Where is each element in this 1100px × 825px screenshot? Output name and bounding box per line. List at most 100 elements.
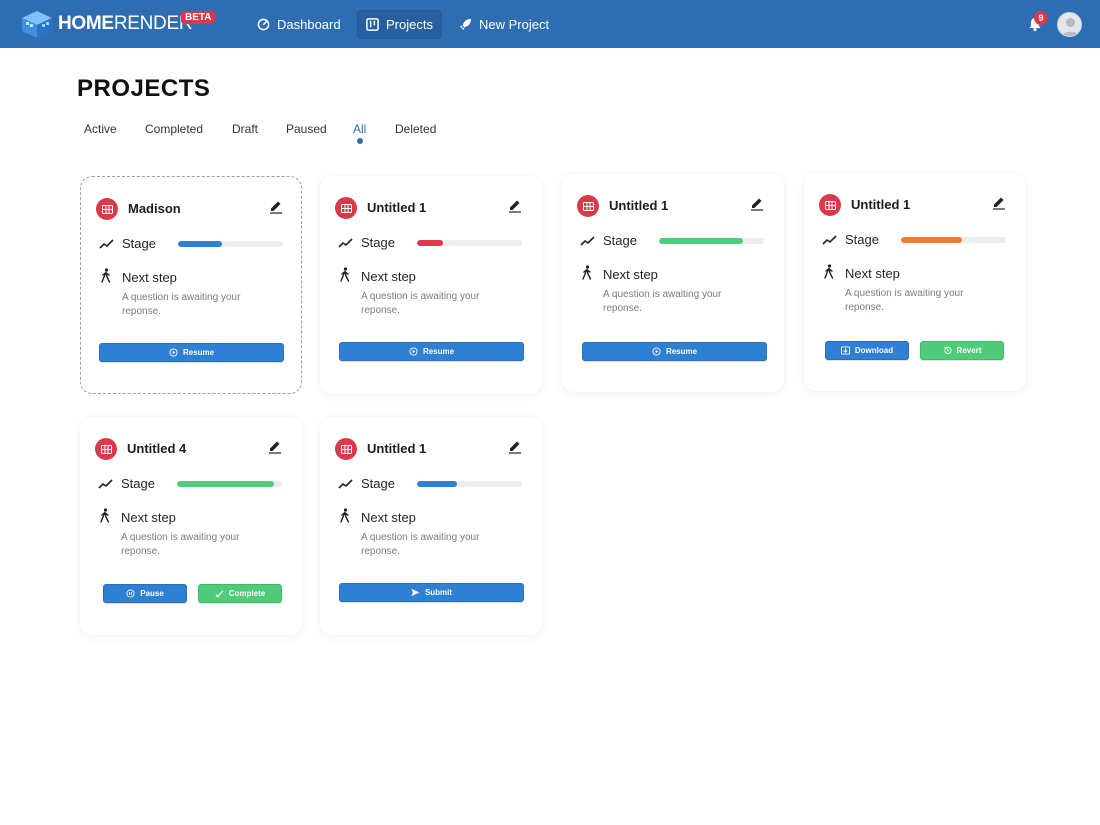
play-icon bbox=[652, 347, 661, 356]
play-icon bbox=[169, 348, 178, 357]
notification-count-badge: 9 bbox=[1034, 11, 1048, 25]
check-icon bbox=[215, 590, 224, 598]
revert-button[interactable]: Revert bbox=[920, 341, 1004, 360]
stage-label: Stage bbox=[122, 236, 156, 251]
project-type-icon bbox=[96, 198, 118, 220]
stage-progress-bar bbox=[901, 237, 1006, 243]
pause-button-label: Pause bbox=[140, 589, 164, 598]
download-icon bbox=[840, 346, 850, 355]
trend-line-icon bbox=[822, 235, 837, 245]
tab-deleted[interactable]: Deleted bbox=[395, 122, 436, 136]
trend-line-icon bbox=[338, 238, 353, 248]
board-icon bbox=[366, 18, 379, 31]
user-avatar-icon bbox=[1061, 18, 1080, 36]
stage-label: Stage bbox=[361, 476, 395, 491]
pause-button[interactable]: Pause bbox=[103, 584, 187, 603]
stage-progress-bar bbox=[178, 241, 283, 247]
top-navbar: HOMERENDER BETA Dashboard Projects New P… bbox=[0, 0, 1100, 48]
download-button[interactable]: Download bbox=[825, 341, 909, 360]
resume-button[interactable]: Resume bbox=[99, 343, 284, 362]
project-card[interactable]: Untitled 1 Stage Next step A question is… bbox=[320, 176, 542, 394]
tab-draft[interactable]: Draft bbox=[232, 122, 258, 136]
send-icon bbox=[411, 588, 420, 597]
user-avatar[interactable] bbox=[1057, 12, 1082, 37]
trend-line-icon bbox=[580, 236, 595, 246]
walking-person-icon bbox=[340, 267, 350, 282]
project-card[interactable]: Madison Stage Next step A question is aw… bbox=[80, 176, 302, 394]
next-step-label: Next step bbox=[603, 267, 658, 282]
next-step-label: Next step bbox=[361, 269, 416, 284]
stage-label: Stage bbox=[121, 476, 155, 491]
walking-person-icon bbox=[100, 508, 110, 523]
project-type-icon bbox=[577, 195, 599, 217]
stage-label: Stage bbox=[603, 233, 637, 248]
project-card[interactable]: Untitled 1 Stage Next step A question is… bbox=[562, 174, 784, 392]
edit-pencil-icon[interactable] bbox=[507, 197, 523, 213]
revert-button-label: Revert bbox=[956, 346, 982, 355]
submit-button-label: Submit bbox=[424, 588, 453, 597]
tab-all[interactable]: All bbox=[353, 122, 366, 136]
stage-progress-bar bbox=[177, 481, 282, 487]
stage-progress-fill bbox=[659, 238, 743, 244]
brand-name[interactable]: HOMERENDER bbox=[58, 13, 193, 35]
next-step-label: Next step bbox=[122, 270, 177, 285]
gauge-icon bbox=[257, 18, 270, 31]
next-step-description: A question is awaiting your reponse. bbox=[121, 532, 240, 557]
walking-person-icon bbox=[340, 508, 350, 523]
rocket-icon bbox=[459, 18, 472, 31]
project-card[interactable]: Untitled 1 Stage Next step A question is… bbox=[320, 417, 542, 635]
next-step-label: Next step bbox=[121, 510, 176, 525]
project-type-icon bbox=[335, 197, 357, 219]
stage-progress-fill bbox=[417, 240, 444, 246]
project-type-icon bbox=[819, 194, 841, 216]
project-title: Untitled 1 bbox=[851, 197, 911, 212]
project-title: Untitled 1 bbox=[609, 198, 669, 213]
resume-button-label: Resume bbox=[182, 348, 215, 357]
resume-button-label: Resume bbox=[665, 347, 698, 356]
next-step-description: A question is awaiting your reponse. bbox=[603, 289, 722, 314]
stage-progress-bar bbox=[417, 240, 522, 246]
resume-button-label: Resume bbox=[422, 347, 455, 356]
next-step-description: A question is awaiting your reponse. bbox=[845, 288, 964, 313]
stage-label: Stage bbox=[845, 232, 879, 247]
tab-paused[interactable]: Paused bbox=[286, 122, 327, 136]
stage-progress-fill bbox=[178, 241, 223, 247]
nav-dashboard-label: Dashboard bbox=[277, 17, 341, 32]
nav-projects[interactable]: Projects bbox=[357, 10, 442, 39]
homerender-logo-icon[interactable] bbox=[18, 8, 56, 40]
next-step-description: A question is awaiting your reponse. bbox=[122, 292, 241, 317]
stage-progress-fill bbox=[177, 481, 274, 487]
nav-new-project[interactable]: New Project bbox=[450, 10, 558, 39]
edit-pencil-icon[interactable] bbox=[991, 194, 1007, 210]
play-icon bbox=[409, 347, 418, 356]
walking-person-icon bbox=[824, 264, 834, 279]
tab-active[interactable]: Active bbox=[84, 122, 117, 136]
stage-progress-bar bbox=[417, 481, 522, 487]
project-title: Madison bbox=[128, 201, 181, 216]
resume-button[interactable]: Resume bbox=[339, 342, 524, 361]
project-card[interactable]: Untitled 4 Stage Next step A question is… bbox=[80, 417, 302, 635]
page-title: PROJECTS bbox=[77, 75, 211, 102]
edit-pencil-icon[interactable] bbox=[268, 198, 284, 214]
nav-projects-label: Projects bbox=[386, 17, 433, 32]
next-step-description: A question is awaiting your reponse. bbox=[361, 291, 480, 316]
nav-new-project-label: New Project bbox=[479, 17, 550, 32]
resume-button[interactable]: Resume bbox=[582, 342, 767, 361]
tab-completed[interactable]: Completed bbox=[145, 122, 203, 136]
pause-icon bbox=[126, 589, 135, 598]
project-title: Untitled 1 bbox=[367, 200, 427, 215]
stage-label: Stage bbox=[361, 235, 395, 250]
submit-button[interactable]: Submit bbox=[339, 583, 524, 602]
project-title: Untitled 1 bbox=[367, 441, 427, 456]
stage-progress-bar bbox=[659, 238, 764, 244]
trend-line-icon bbox=[99, 239, 114, 249]
edit-pencil-icon[interactable] bbox=[267, 438, 283, 454]
edit-pencil-icon[interactable] bbox=[507, 438, 523, 454]
project-type-icon bbox=[335, 438, 357, 460]
edit-pencil-icon[interactable] bbox=[749, 195, 765, 211]
complete-button[interactable]: Complete bbox=[198, 584, 282, 603]
download-button-label: Download bbox=[854, 346, 894, 355]
nav-dashboard[interactable]: Dashboard bbox=[248, 10, 350, 39]
project-card[interactable]: Untitled 1 Stage Next step A question is… bbox=[804, 173, 1026, 391]
stage-progress-fill bbox=[901, 237, 962, 243]
